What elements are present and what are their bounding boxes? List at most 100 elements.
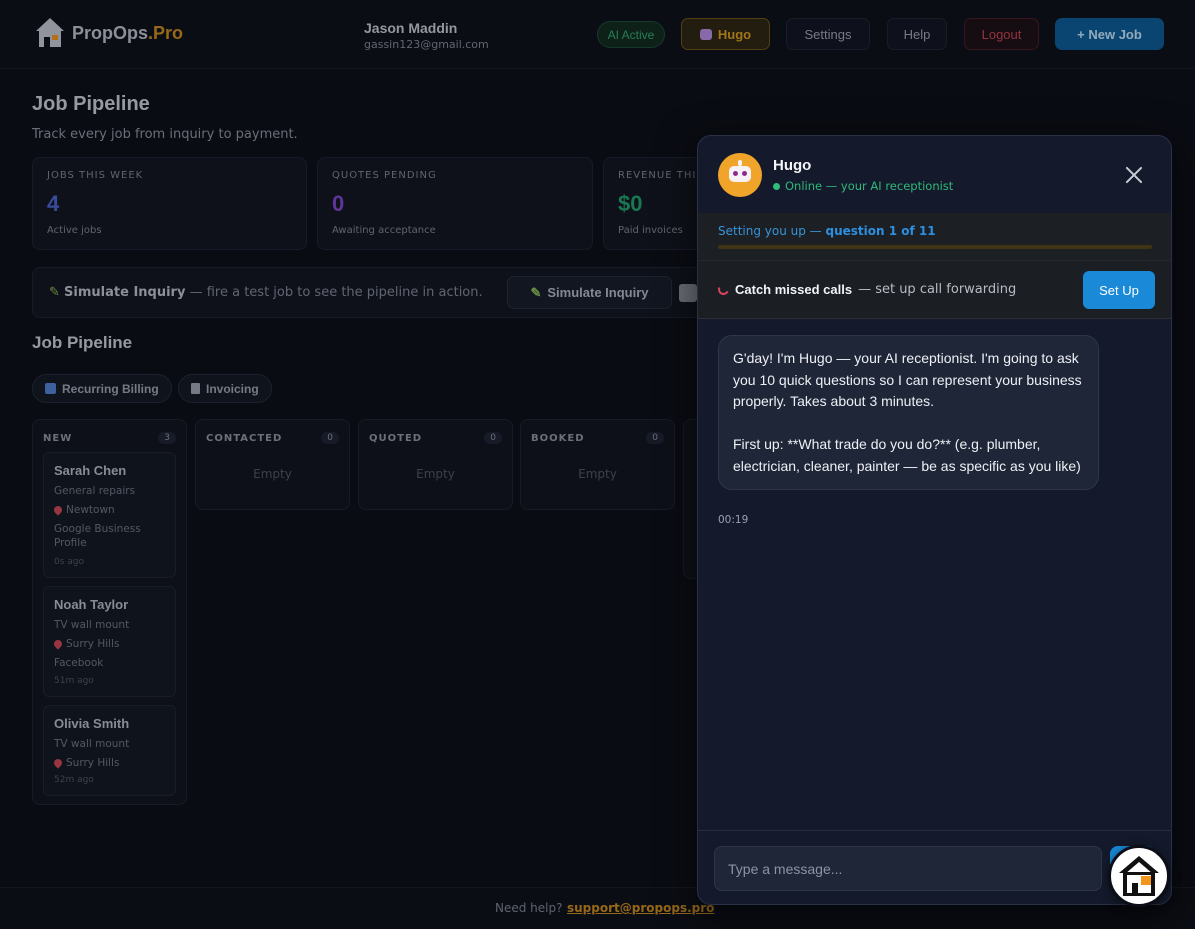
phone-icon xyxy=(716,282,731,297)
stat-card-jobs-this-week: JOBS THIS WEEK 4 Active jobs xyxy=(32,157,307,250)
invoicing-button[interactable]: Invoicing xyxy=(178,374,272,403)
location-pin-icon xyxy=(52,504,64,516)
ai-active-badge: AI Active xyxy=(597,21,665,48)
simulate-description: — fire a test job to see the pipeline in… xyxy=(185,285,483,300)
job-card[interactable]: Noah Taylor TV wall mount Surry Hills Fa… xyxy=(43,586,176,698)
stat-value: 4 xyxy=(47,191,60,216)
close-icon[interactable] xyxy=(1123,164,1145,186)
setup-step: question 1 of 11 xyxy=(825,224,936,238)
pipeline-column-booked: BOOKED 0 Empty xyxy=(520,419,675,510)
brand-logo[interactable]: PropOps.Pro xyxy=(36,18,183,48)
missed-calls-banner: Catch missed calls — set up call forward… xyxy=(698,260,1171,319)
simulate-inquiry-bar: ✎ Simulate Inquiry — fire a test job to … xyxy=(32,267,712,318)
recurring-billing-button[interactable]: Recurring Billing xyxy=(32,374,172,403)
help-button[interactable]: Help xyxy=(887,18,947,50)
stat-note: Awaiting acceptance xyxy=(332,225,436,236)
chat-message-input[interactable] xyxy=(714,846,1102,891)
online-dot-icon xyxy=(773,182,780,190)
job-card-source: Facebook xyxy=(54,656,104,669)
location-pin-icon xyxy=(52,757,64,769)
setup-progress-track xyxy=(718,245,1152,249)
job-card-location: Newtown xyxy=(66,503,115,516)
setup-prefix: Setting you up — xyxy=(718,224,826,238)
pipeline-title: Job Pipeline xyxy=(32,333,133,352)
tag-label: Recurring Billing xyxy=(62,381,159,396)
column-name: BOOKED xyxy=(531,432,585,444)
hugo-launcher-house-icon[interactable] xyxy=(1108,845,1170,907)
job-card-location: Surry Hills xyxy=(66,637,120,650)
stat-label: JOBS THIS WEEK xyxy=(47,170,144,181)
job-card[interactable]: Olivia Smith TV wall mount Surry Hills 5… xyxy=(43,705,176,797)
job-card-service: TV wall mount xyxy=(54,619,130,632)
bot-status-text: Online — your AI receptionist xyxy=(785,179,954,193)
simulate-toggle[interactable] xyxy=(679,284,697,302)
setup-progress-bar: Setting you up — question 1 of 11 xyxy=(698,213,1171,260)
stat-value: 0 xyxy=(332,191,345,216)
hugo-chat-panel: Hugo Online — your AI receptionist Setti… xyxy=(697,135,1172,905)
hugo-button-label: Hugo xyxy=(717,26,752,42)
column-empty-text: Empty xyxy=(578,467,617,481)
column-count: 0 xyxy=(646,432,664,444)
column-empty-text: Empty xyxy=(416,467,455,481)
job-card-location: Surry Hills xyxy=(66,757,120,770)
job-card-service: General repairs xyxy=(54,485,136,497)
stat-label: QUOTES PENDING xyxy=(332,170,437,181)
bot-name: Hugo xyxy=(773,157,812,174)
column-name: QUOTED xyxy=(369,432,423,444)
message-timestamp: 00:19 xyxy=(718,514,749,526)
missed-calls-description: — set up call forwarding xyxy=(858,282,1017,297)
simulate-inquiry-button[interactable]: ✎ Simulate Inquiry xyxy=(507,276,672,309)
settings-button[interactable]: Settings xyxy=(786,18,870,50)
chat-header: Hugo Online — your AI receptionist xyxy=(698,136,1171,213)
job-card-name: Noah Taylor xyxy=(54,597,129,613)
job-card-source: Google Business Profile xyxy=(54,522,141,550)
bot-message-bubble: G'day! I'm Hugo — your AI receptionist. … xyxy=(718,335,1099,490)
top-header: PropOps.Pro Jason Maddin gassin123@gmail… xyxy=(0,0,1195,69)
document-icon xyxy=(191,383,200,394)
new-job-button[interactable]: + New Job xyxy=(1055,18,1164,50)
job-card-time: 51m ago xyxy=(54,676,94,687)
user-name: Jason Maddin xyxy=(364,20,458,36)
hugo-button[interactable]: Hugo xyxy=(681,18,770,50)
page-title: Job Pipeline xyxy=(32,93,150,115)
page-subtitle: Track every job from inquiry to payment. xyxy=(32,127,298,142)
column-count: 3 xyxy=(158,432,176,444)
location-pin-icon xyxy=(52,638,64,650)
column-empty-text: Empty xyxy=(253,467,292,481)
column-name: CONTACTED xyxy=(206,432,283,444)
robot-icon xyxy=(699,28,712,40)
pipeline-column-new: NEW 3 Sarah Chen General repairs Newtown… xyxy=(32,419,187,806)
simulate-title: Simulate Inquiry xyxy=(64,285,186,300)
job-card-name: Olivia Smith xyxy=(54,716,130,732)
robot-avatar-icon xyxy=(718,153,762,197)
logo-text-accent: .Pro xyxy=(148,22,184,43)
column-count: 0 xyxy=(321,432,339,444)
user-email: gassin123@gmail.com xyxy=(364,38,489,51)
missed-calls-title: Catch missed calls xyxy=(735,282,853,297)
stat-card-quotes-pending: QUOTES PENDING 0 Awaiting acceptance xyxy=(317,157,593,250)
user-info: Jason Maddin gassin123@gmail.com xyxy=(364,20,489,51)
tag-label: Invoicing xyxy=(206,381,259,396)
pipeline-column-contacted: CONTACTED 0 Empty xyxy=(195,419,350,510)
pipeline-column-quoted: QUOTED 0 Empty xyxy=(358,419,513,510)
house-logo-icon xyxy=(36,18,64,48)
column-count: 0 xyxy=(484,432,502,444)
footer-help-text: Need help? xyxy=(495,901,563,915)
pencil-icon: ✎ xyxy=(49,285,60,300)
job-card-service: TV wall mount xyxy=(54,738,130,751)
job-card-name: Sarah Chen xyxy=(54,463,127,478)
support-email-link[interactable]: support@propops.pro xyxy=(567,901,714,915)
column-name: NEW xyxy=(43,432,73,444)
job-card-time: 52m ago xyxy=(54,775,94,786)
repeat-icon xyxy=(45,383,56,394)
job-card-time: 0s ago xyxy=(54,557,85,568)
simulate-button-label: Simulate Inquiry xyxy=(547,285,649,300)
job-card[interactable]: Sarah Chen General repairs Newtown Googl… xyxy=(43,452,176,579)
bot-status: Online — your AI receptionist xyxy=(773,179,953,193)
chat-composer xyxy=(698,830,1171,904)
set-up-button[interactable]: Set Up xyxy=(1083,271,1155,309)
pencil-icon: ✎ xyxy=(530,284,542,300)
logo-text-main: PropOps xyxy=(72,22,149,43)
stat-note: Active jobs xyxy=(47,225,102,236)
logout-button[interactable]: Logout xyxy=(964,18,1039,50)
